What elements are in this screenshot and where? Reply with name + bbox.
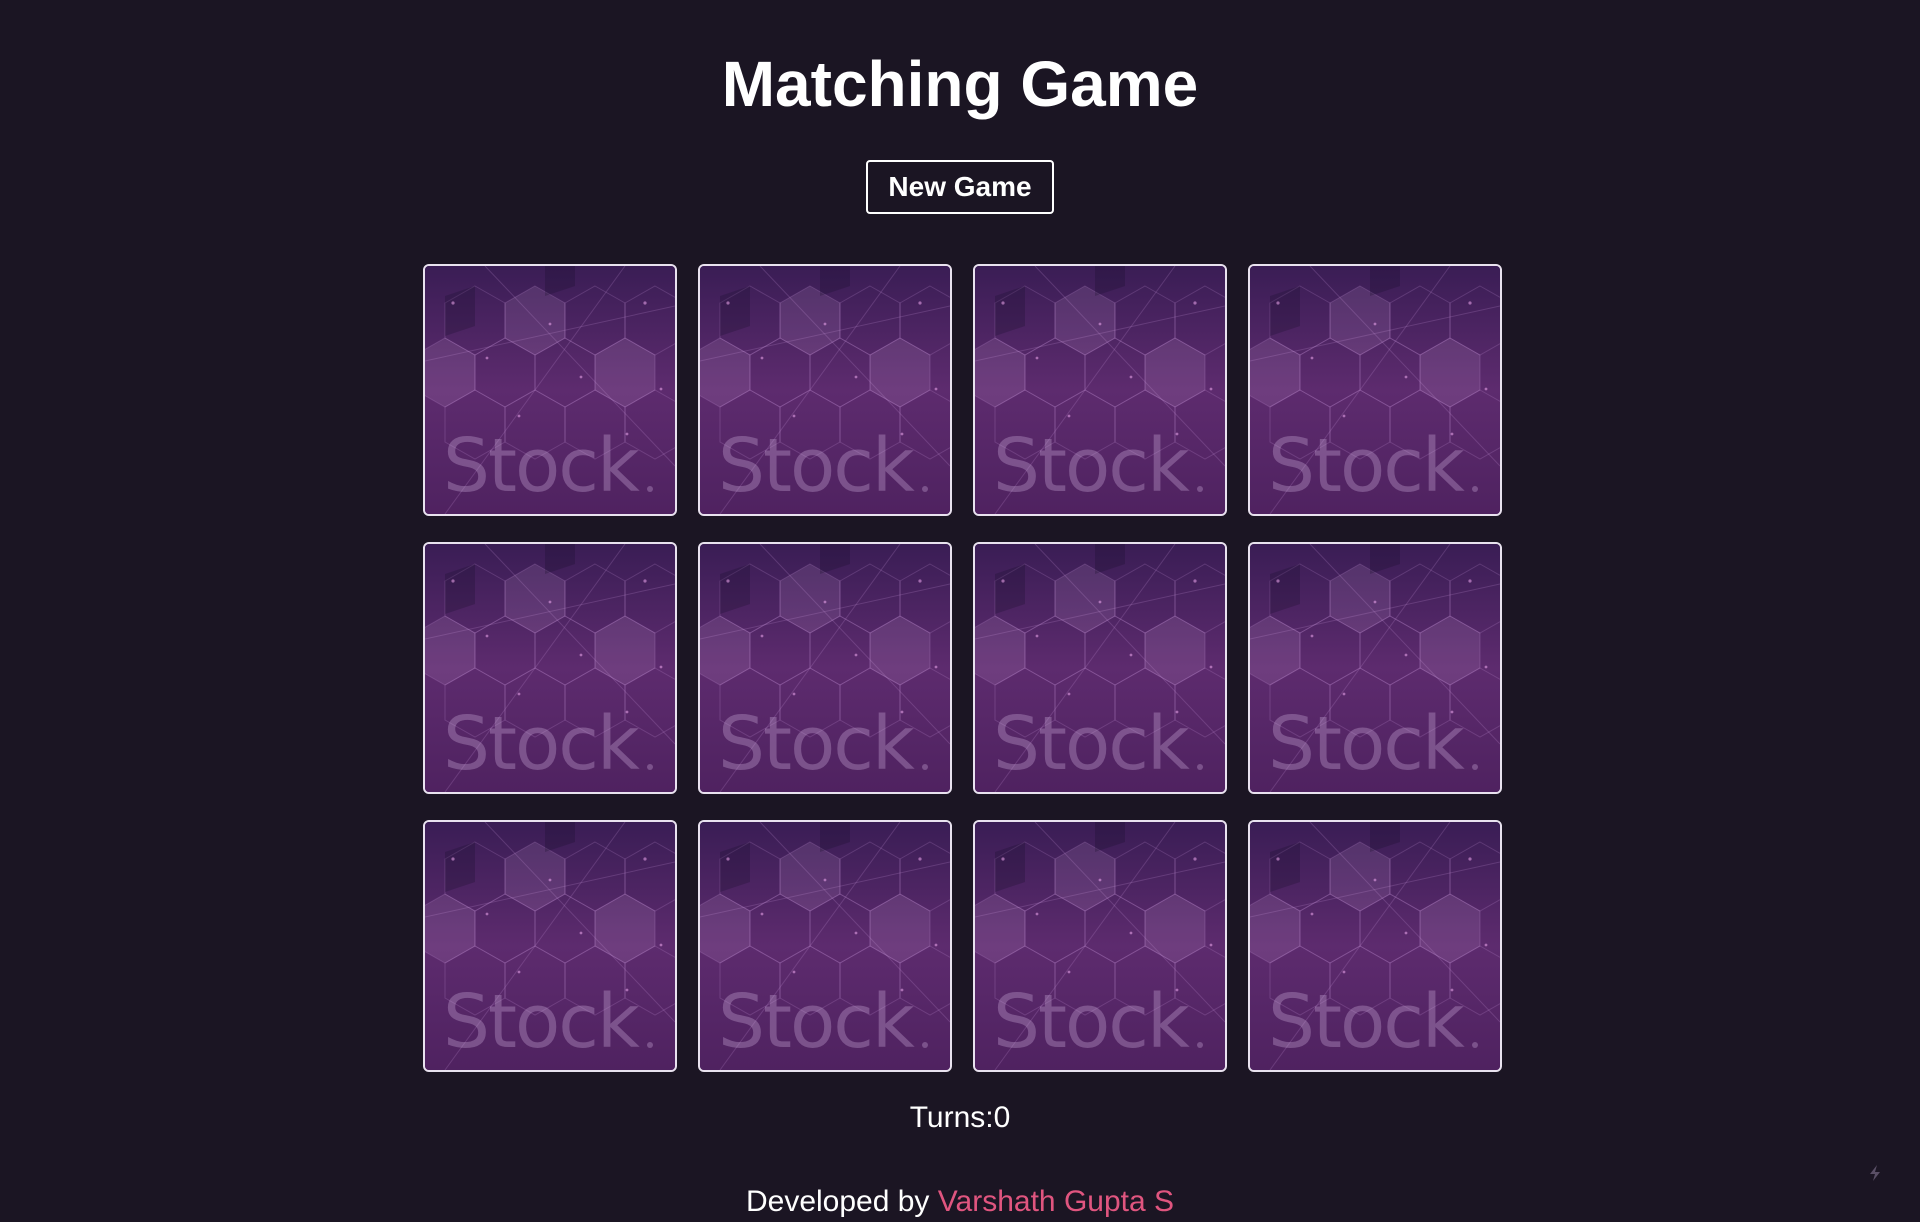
card-back-watermark: Stock (1268, 979, 1465, 1065)
watermark-dot (1197, 486, 1203, 492)
watermark-dot (1197, 1042, 1203, 1048)
watermark-dot (1197, 764, 1203, 770)
card-back-watermark: Stock (1268, 701, 1465, 787)
card-back-watermark: Stock (993, 979, 1190, 1065)
new-game-button[interactable]: New Game (866, 160, 1054, 214)
memory-card[interactable]: Stock (1248, 542, 1502, 794)
memory-card[interactable]: Stock (1248, 264, 1502, 516)
memory-card[interactable]: Stock (973, 820, 1227, 1072)
card-back-watermark: Stock (1268, 423, 1465, 509)
memory-card[interactable]: Stock (698, 264, 952, 516)
memory-card[interactable]: Stock (698, 820, 952, 1072)
card-back-watermark: Stock (718, 979, 915, 1065)
card-back-watermark: Stock (993, 701, 1190, 787)
card-back-watermark: Stock (443, 979, 640, 1065)
game-app: Matching Game New Game Stock Stock Stock… (0, 0, 1920, 1222)
page-title: Matching Game (721, 48, 1199, 120)
card-grid: Stock Stock Stock Stock Stock Stock Stoc… (423, 264, 1503, 1072)
memory-card[interactable]: Stock (1248, 820, 1502, 1072)
turns-counter: Turns:0 (0, 1100, 1920, 1136)
memory-card[interactable]: Stock (973, 264, 1227, 516)
watermark-dot (1472, 1042, 1478, 1048)
card-back-watermark: Stock (993, 423, 1190, 509)
watermark-dot (922, 764, 928, 770)
watermark-dot (1472, 764, 1478, 770)
lightning-icon (1870, 1165, 1880, 1181)
watermark-dot (1472, 486, 1478, 492)
footer-credit: Developed by Varshath Gupta S (0, 1184, 1920, 1220)
watermark-dot (922, 486, 928, 492)
card-back-watermark: Stock (718, 423, 915, 509)
card-back-watermark: Stock (718, 701, 915, 787)
memory-card[interactable]: Stock (698, 542, 952, 794)
memory-card[interactable]: Stock (423, 820, 677, 1072)
watermark-dot (647, 764, 653, 770)
watermark-dot (922, 1042, 928, 1048)
card-back-watermark: Stock (443, 423, 640, 509)
memory-card[interactable]: Stock (423, 264, 677, 516)
author-link[interactable]: Varshath Gupta S (938, 1185, 1174, 1218)
footer-prefix: Developed by (745, 1185, 938, 1218)
card-back-watermark: Stock (443, 701, 640, 787)
turns-label: Turns: (909, 1101, 994, 1134)
memory-card[interactable]: Stock (423, 542, 677, 794)
watermark-dot (647, 486, 653, 492)
watermark-dot (647, 1042, 653, 1048)
memory-card[interactable]: Stock (973, 542, 1227, 794)
turns-value: 0 (993, 1101, 1011, 1134)
